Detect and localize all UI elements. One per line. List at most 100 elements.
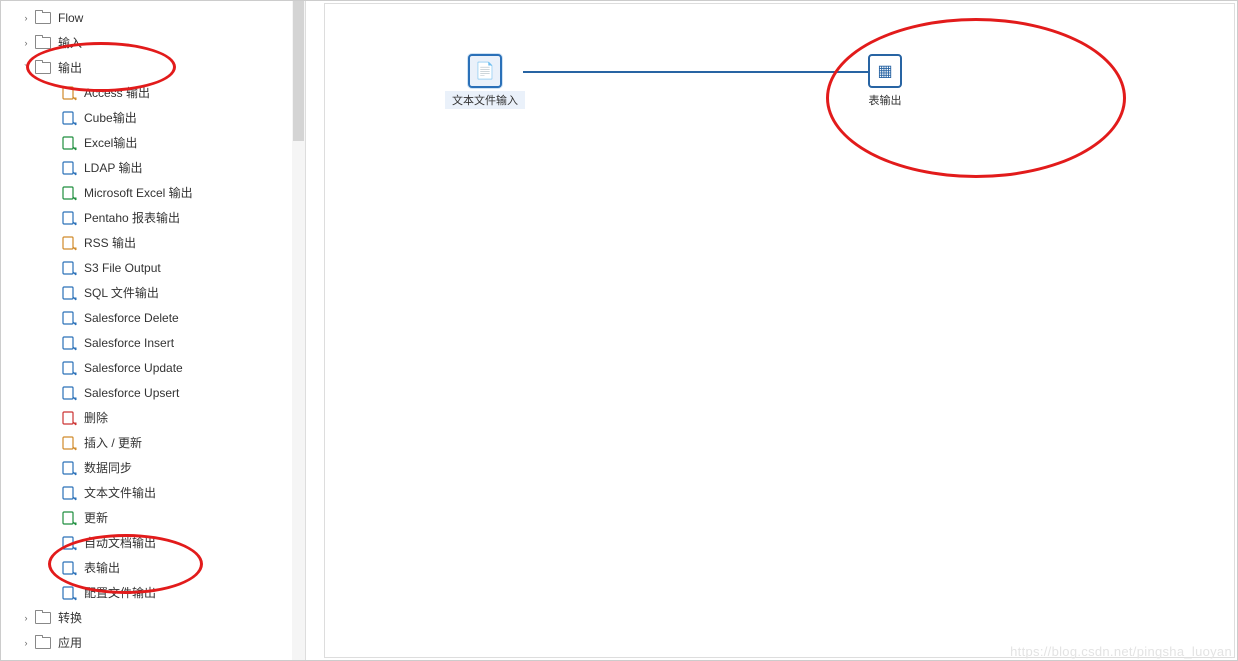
spacer: [45, 461, 59, 475]
tree-item-label: 配置文件输出: [84, 584, 156, 601]
step-icon: [61, 110, 77, 126]
folder-icon: [35, 637, 51, 649]
tree-item-6[interactable]: LDAP 输出: [1, 155, 305, 180]
spacer: [45, 236, 59, 250]
spacer: [45, 561, 59, 575]
tree-item-label: 输出: [58, 59, 82, 76]
tree-item-3[interactable]: Access 输出: [1, 80, 305, 105]
tree-item-22[interactable]: 表输出: [1, 555, 305, 580]
spacer: [45, 511, 59, 525]
canvas-node-table-output[interactable]: ▦ 表输出: [845, 54, 925, 109]
node-label: 文本文件输入: [445, 91, 525, 109]
sidebar: › Flow › 输入 ˇ 输出 Access 输出 Cube输出 Excel输出 LDAP 输出…: [1, 1, 306, 660]
spacer: [45, 211, 59, 225]
step-icon: [61, 435, 77, 451]
tree-item-11[interactable]: SQL 文件输出: [1, 280, 305, 305]
tree-item-label: 更新: [84, 509, 108, 526]
spacer: [45, 586, 59, 600]
step-icon: [61, 210, 77, 226]
expander-icon[interactable]: ›: [19, 36, 33, 50]
expander-icon[interactable]: ›: [19, 11, 33, 25]
tree-item-label: Salesforce Insert: [84, 336, 174, 350]
step-icon: [61, 85, 77, 101]
step-icon: [61, 135, 77, 151]
tree-item-label: Salesforce Upsert: [84, 386, 179, 400]
tree-item-label: 数据同步: [84, 459, 132, 476]
tree-item-label: 转换: [58, 609, 82, 626]
tree-item-label: S3 File Output: [84, 261, 161, 275]
tree-item-14[interactable]: Salesforce Update: [1, 355, 305, 380]
spacer: [45, 286, 59, 300]
tree-item-15[interactable]: Salesforce Upsert: [1, 380, 305, 405]
tree-item-label: LDAP 输出: [84, 159, 142, 176]
expander-icon[interactable]: ›: [19, 636, 33, 650]
tree-item-label: Cube输出: [84, 109, 137, 126]
tree-item-7[interactable]: Microsoft Excel 输出: [1, 180, 305, 205]
node-glyph-icon: ▦: [877, 61, 892, 81]
tree-item-label: RSS 输出: [84, 234, 136, 251]
tree-item-12[interactable]: Salesforce Delete: [1, 305, 305, 330]
tree-item-13[interactable]: Salesforce Insert: [1, 330, 305, 355]
tree-item-16[interactable]: 删除: [1, 405, 305, 430]
tree-item-9[interactable]: RSS 输出: [1, 230, 305, 255]
canvas-node-text-file-input[interactable]: 📄 文本文件输入: [445, 54, 525, 109]
step-icon: [61, 585, 77, 601]
tree-item-label: 插入 / 更新: [84, 434, 142, 451]
tree-item-label: 输入: [58, 34, 82, 51]
hop-line[interactable]: [523, 71, 871, 73]
spacer: [45, 261, 59, 275]
tree-item-10[interactable]: S3 File Output: [1, 255, 305, 280]
canvas-separator: [306, 1, 324, 660]
spacer: [45, 336, 59, 350]
step-icon: [61, 485, 77, 501]
scrollbar-thumb[interactable]: [293, 1, 304, 141]
step-icon: [61, 310, 77, 326]
folder-icon: [35, 62, 51, 74]
spacer: [45, 136, 59, 150]
step-icon: [61, 335, 77, 351]
node-label: 表输出: [845, 91, 925, 109]
tree-item-label: Pentaho 报表输出: [84, 209, 180, 226]
tree-item-20[interactable]: 更新: [1, 505, 305, 530]
tree-item-24[interactable]: › 转换: [1, 605, 305, 630]
tree-item-5[interactable]: Excel输出: [1, 130, 305, 155]
tree-item-0[interactable]: › Flow: [1, 5, 305, 30]
folder-icon: [35, 37, 51, 49]
tree: › Flow › 输入 ˇ 输出 Access 输出 Cube输出 Excel输出 LDAP 输出…: [1, 1, 305, 659]
tree-item-23[interactable]: 配置文件输出: [1, 580, 305, 605]
step-icon: [61, 285, 77, 301]
canvas[interactable]: 📄 文本文件输入 ▦ 表输出: [324, 3, 1235, 658]
spacer: [45, 386, 59, 400]
tree-item-label: 文本文件输出: [84, 484, 156, 501]
tree-item-19[interactable]: 文本文件输出: [1, 480, 305, 505]
folder-icon: [35, 612, 51, 624]
step-icon: [61, 260, 77, 276]
tree-item-label: Excel输出: [84, 134, 137, 151]
folder-icon: [35, 12, 51, 24]
tree-item-label: Flow: [58, 11, 83, 25]
tree-item-18[interactable]: 数据同步: [1, 455, 305, 480]
step-icon: [61, 560, 77, 576]
step-icon: [61, 360, 77, 376]
tree-item-8[interactable]: Pentaho 报表输出: [1, 205, 305, 230]
node-box[interactable]: 📄: [468, 54, 502, 88]
tree-item-2[interactable]: ˇ 输出: [1, 55, 305, 80]
expander-icon[interactable]: ›: [19, 611, 33, 625]
node-box[interactable]: ▦: [868, 54, 902, 88]
spacer: [45, 311, 59, 325]
tree-item-25[interactable]: ›应用: [1, 630, 305, 655]
spacer: [45, 186, 59, 200]
canvas-inner: 📄 文本文件输入 ▦ 表输出: [325, 4, 1234, 657]
expander-icon[interactable]: ˇ: [19, 61, 33, 75]
spacer: [45, 161, 59, 175]
tree-item-4[interactable]: Cube输出: [1, 105, 305, 130]
tree-item-21[interactable]: 自动文档输出: [1, 530, 305, 555]
step-icon: [61, 385, 77, 401]
tree-item-17[interactable]: 插入 / 更新: [1, 430, 305, 455]
step-icon: [61, 460, 77, 476]
step-icon: [61, 510, 77, 526]
step-icon: [61, 535, 77, 551]
step-icon: [61, 160, 77, 176]
scrollbar-vertical[interactable]: [292, 1, 305, 660]
tree-item-1[interactable]: › 输入: [1, 30, 305, 55]
